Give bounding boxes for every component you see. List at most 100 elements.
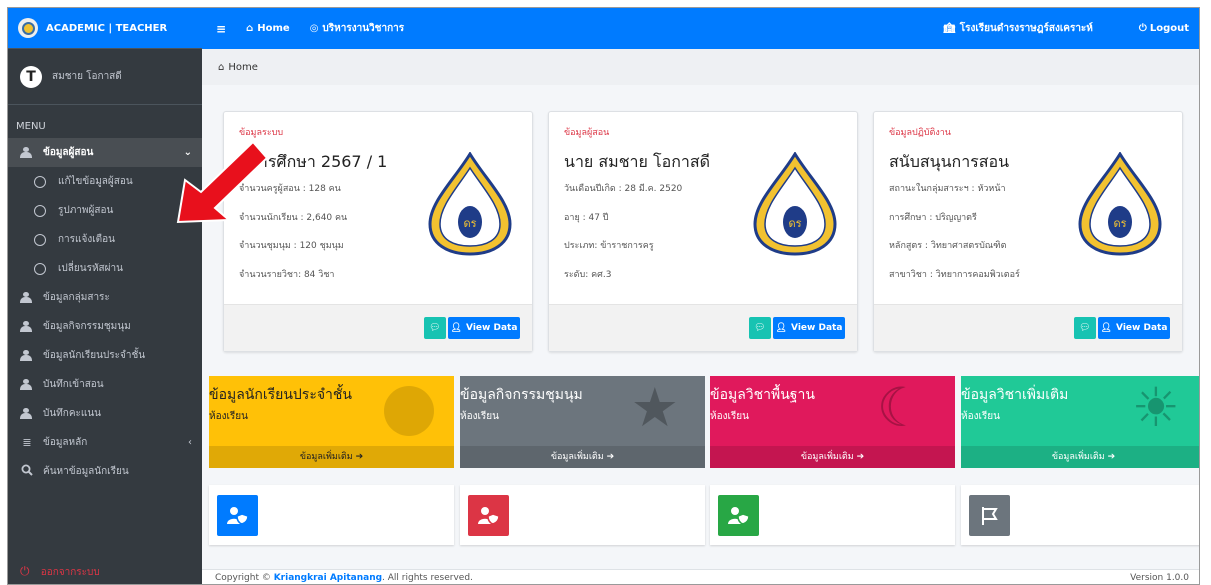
card-line: จำนวนรายวิชา: 84 วิชา xyxy=(239,270,335,280)
arrow-circle-right-icon: ➔ xyxy=(606,452,615,462)
teacher-info-card: ข้อมูลผู้สอน นาย สมชาย โอกาสดี วันเดือนป… xyxy=(548,111,858,352)
box-more-link[interactable]: ข้อมูลเพิ่มเติม ➔ xyxy=(710,446,955,468)
sidebar-item-master-data[interactable]: ≣ ข้อมูลหลัก ‹ xyxy=(8,428,202,457)
sidebar-item-homeroom-students[interactable]: ข้อมูลนักเรียนประจำชั้น xyxy=(8,341,202,370)
sidebar-logout-button[interactable]: ⏻ ออกจากระบบ xyxy=(20,564,100,580)
chat-button[interactable]: 💬︎ xyxy=(1074,317,1096,339)
school-seal-icon: ดร xyxy=(428,152,512,256)
card-line: สถานะในกลุ่มสาระฯ : หัวหน้า xyxy=(889,184,1006,194)
nav-service-label: บริหารงานวิชาการ xyxy=(322,23,405,34)
system-info-card: ข้อมูลระบบ ปีการศึกษา 2567 / 1 จำนวนครูผ… xyxy=(223,111,533,352)
star-icon: ★ xyxy=(630,376,679,439)
top-navbar: ≡ ⌂ Home ◎ บริหารงานวิชาการ 🏫︎ โรงเรียนด… xyxy=(202,8,1199,49)
nav-school-label: โรงเรียนดำรงราษฎร์สงเคราะห์ xyxy=(959,23,1093,34)
view-data-label: View Data xyxy=(1116,323,1168,333)
box-more-link[interactable]: ข้อมูลเพิ่มเติม ➔ xyxy=(961,446,1199,468)
app-window: ACADEMIC | TEACHER T สมชาย โอกาสดี MENU … xyxy=(7,7,1200,585)
avatar: T xyxy=(20,65,42,88)
work-info-card: ข้อมูลปฏิบัติงาน สนับสนุนการสอน สถานะในก… xyxy=(873,111,1183,352)
breadcrumb-home[interactable]: Home xyxy=(228,62,258,73)
sidebar-item-subject-group[interactable]: ข้อมูลกลุ่มสาระ xyxy=(8,283,202,312)
view-data-button[interactable]: 👤︎ View Data xyxy=(1098,317,1170,339)
nav-home-link[interactable]: ⌂ Home xyxy=(246,23,290,34)
more-label: ข้อมูลเพิ่มเติม xyxy=(550,452,604,462)
school-seal-icon: ดร xyxy=(753,152,837,256)
author-link[interactable]: Kriangkrai Apitanang xyxy=(274,573,382,583)
nav-service-link[interactable]: ◎ บริหารงานวิชาการ xyxy=(310,21,404,36)
box-title: ข้อมูลวิชาพื้นฐาน xyxy=(710,387,815,403)
card-line: วันเดือนปีเกิด : 28 มี.ค. 2520 xyxy=(564,184,683,194)
power-icon: ⏻ xyxy=(1138,23,1147,34)
nav-home-label: Home xyxy=(257,23,290,34)
sidebar-item-label: ข้อมูลกิจกรรมชุมนุม xyxy=(43,321,131,332)
arrow-circle-right-icon: ➔ xyxy=(856,452,865,462)
circle-icon xyxy=(384,386,434,436)
card-footer: 💬︎ 👤︎ View Data xyxy=(549,304,857,351)
info-tile[interactable] xyxy=(710,485,955,545)
view-data-button[interactable]: 👤︎ View Data xyxy=(448,317,520,339)
user-icon: 👤︎ xyxy=(775,323,788,333)
box-subtitle: ห้องเรียน xyxy=(460,411,499,422)
menu-header: MENU xyxy=(16,121,46,132)
menu-toggle-button[interactable]: ≡ xyxy=(216,22,226,36)
sidebar-item-label: ข้อมูลผู้สอน xyxy=(43,147,94,158)
more-label: ข้อมูลเพิ่มเติม xyxy=(800,452,854,462)
card-line: ระดับ: คศ.3 xyxy=(564,270,612,280)
box-title: ข้อมูลกิจกรรมชุมนุม xyxy=(460,387,583,403)
nav-school-link[interactable]: 🏫︎ โรงเรียนดำรงราษฎร์สงเคราะห์ xyxy=(943,21,1093,36)
user-icon xyxy=(20,292,32,303)
box-subtitle: ห้องเรียน xyxy=(710,411,749,422)
user-icon: 👤︎ xyxy=(1100,323,1113,333)
nav-logout-label: Logout xyxy=(1149,23,1189,34)
user-panel[interactable]: T สมชาย โอกาสดี xyxy=(8,49,202,105)
user-shield-icon xyxy=(217,495,258,536)
card-header: ข้อมูลปฏิบัติงาน xyxy=(889,128,951,138)
homeroom-students-box: ข้อมูลนักเรียนประจำชั้น ห้องเรียน ข้อมูล… xyxy=(209,376,454,468)
school-icon: 🏫︎ xyxy=(943,23,956,34)
sidebar-item-search-student[interactable]: ค้นหาข้อมูลนักเรียน xyxy=(8,457,202,486)
sidebar-item-label: บันทึกคะแนน xyxy=(43,408,102,419)
sidebar-item-scores[interactable]: บันทึกคะแนน xyxy=(8,399,202,428)
version-label: Version 1.0.0 xyxy=(1130,573,1189,583)
breadcrumb: ⌂ Home xyxy=(202,49,1199,85)
sidebar-item-notifications[interactable]: การแจ้งเตือน xyxy=(8,225,202,254)
copyright-prefix: Copyright © xyxy=(215,573,274,583)
database-icon: ≣ xyxy=(22,436,32,449)
sidebar-item-label: ค้นหาข้อมูลนักเรียน xyxy=(43,466,129,477)
info-tile[interactable] xyxy=(460,485,705,545)
view-data-button[interactable]: 👤︎ View Data xyxy=(773,317,845,339)
chat-button[interactable]: 💬︎ xyxy=(749,317,771,339)
more-label: ข้อมูลเพิ่มเติม xyxy=(299,452,353,462)
card-line: อายุ : 47 ปี xyxy=(564,213,609,223)
comment-icon: 💬︎ xyxy=(754,323,766,333)
school-logo-icon xyxy=(18,18,38,38)
view-data-label: View Data xyxy=(791,323,843,333)
nav-logout-link[interactable]: ⏻ Logout xyxy=(1139,21,1189,36)
card-title: นาย สมชาย โอกาสดี xyxy=(564,152,711,171)
more-label: ข้อมูลเพิ่มเติม xyxy=(1051,452,1105,462)
info-tile[interactable] xyxy=(961,485,1199,545)
sidebar-item-teaching-log[interactable]: บันทึกเข้าสอน xyxy=(8,370,202,399)
card-footer: 💬︎ 👤︎ View Data xyxy=(874,304,1182,351)
user-icon xyxy=(20,321,32,332)
sidebar-item-club-activity[interactable]: ข้อมูลกิจกรรมชุมนุม xyxy=(8,312,202,341)
sidebar-item-label: บันทึกเข้าสอน xyxy=(43,379,104,390)
sun-icon: ☀ xyxy=(1131,376,1180,439)
sidebar-item-label: การแจ้งเตือน xyxy=(58,234,115,245)
sidebar-item-change-password[interactable]: เปลี่ยนรหัสผ่าน xyxy=(8,254,202,283)
box-title: ข้อมูลวิชาเพิ่มเติม xyxy=(961,387,1069,403)
box-title: ข้อมูลนักเรียนประจำชั้น xyxy=(209,387,352,403)
additional-subject-box: ข้อมูลวิชาเพิ่มเติม ห้องเรียน ☀ ข้อมูลเพ… xyxy=(961,376,1199,468)
user-shield-icon xyxy=(468,495,509,536)
circle-icon xyxy=(34,233,46,246)
info-tile[interactable] xyxy=(209,485,454,545)
sidebar-item-label: ข้อมูลนักเรียนประจำชั้น xyxy=(43,350,146,361)
card-header: ข้อมูลระบบ xyxy=(239,128,284,138)
sidebar-item-label: ข้อมูลหลัก xyxy=(43,437,88,448)
box-more-link[interactable]: ข้อมูลเพิ่มเติม ➔ xyxy=(460,446,705,468)
box-more-link[interactable]: ข้อมูลเพิ่มเติม ➔ xyxy=(209,446,454,468)
card-header: ข้อมูลผู้สอน xyxy=(564,128,610,138)
chat-button[interactable]: 💬︎ xyxy=(424,317,446,339)
sidebar: ACADEMIC | TEACHER T สมชาย โอกาสดี MENU … xyxy=(8,8,202,584)
brand[interactable]: ACADEMIC | TEACHER xyxy=(8,8,202,49)
